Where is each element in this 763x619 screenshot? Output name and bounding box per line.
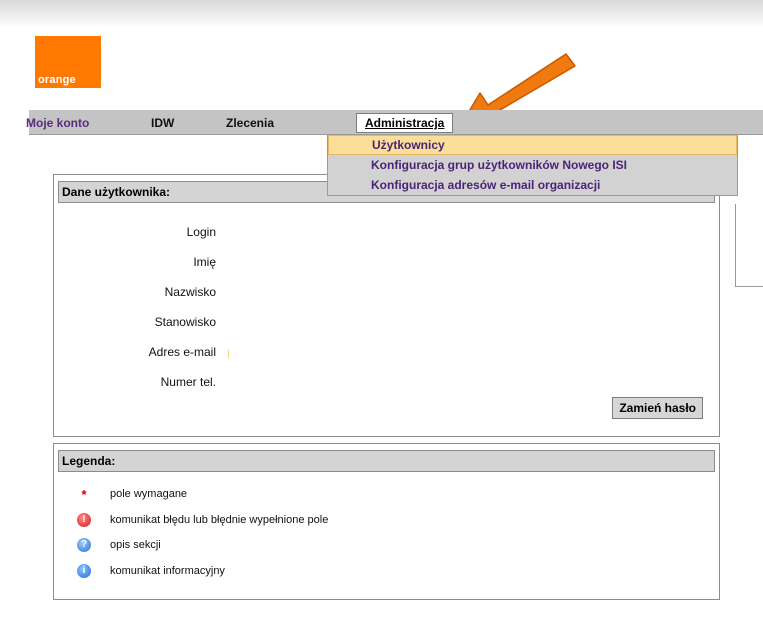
required-star-icon: * — [81, 487, 87, 502]
legend-panel: Legenda: * pole wymagane ! komunikat błę… — [53, 443, 720, 600]
last-name-label: Nazwisko — [164, 285, 216, 299]
user-data-panel: Dane użytkownika: Login Imię Nazwisko St… — [53, 174, 720, 437]
menu-item-uzytkownicy[interactable]: Użytkownicy — [328, 135, 737, 155]
email-field-marker — [228, 350, 229, 358]
logo-text: orange — [38, 74, 76, 86]
orange-logo[interactable]: orange — [35, 36, 101, 88]
nav-item-administracja[interactable]: Administracja — [356, 113, 454, 133]
main-nav: Moje konto IDW Zlecenia Administracja — [26, 110, 763, 135]
login-label: Login — [186, 225, 216, 239]
email-label: Adres e-mail — [148, 345, 216, 359]
legend-text: komunikat błędu lub błędnie wypełnione p… — [110, 514, 329, 526]
legend-header: Legenda: — [58, 450, 715, 472]
nav-item-moje-konto[interactable]: Moje konto — [26, 116, 89, 130]
menu-item-konfiguracja-grup[interactable]: Konfiguracja grup użytkowników Nowego IS… — [328, 155, 737, 175]
first-name-label: Imię — [193, 255, 216, 269]
nav-item-zlecenia[interactable]: Zlecenia — [226, 116, 274, 130]
legend-text: pole wymagane — [110, 488, 188, 500]
window-top-shade — [0, 0, 763, 28]
legend-text: opis sekcji — [110, 539, 161, 551]
position-label: Stanowisko — [154, 315, 216, 329]
right-side-frame — [735, 204, 763, 287]
help-icon: ? — [76, 538, 92, 554]
info-icon: i — [76, 564, 92, 580]
error-icon: ! — [76, 513, 92, 529]
administracja-dropdown-menu: Użytkownicy Konfiguracja grup użytkownik… — [327, 134, 738, 196]
nav-item-idw[interactable]: IDW — [151, 116, 174, 130]
change-password-button[interactable]: Zamień hasło — [612, 397, 703, 419]
phone-label: Numer tel. — [160, 375, 216, 389]
legend-text: komunikat informacyjny — [110, 565, 225, 577]
menu-item-konfiguracja-adresow[interactable]: Konfiguracja adresów e-mail organizacji — [328, 175, 737, 195]
